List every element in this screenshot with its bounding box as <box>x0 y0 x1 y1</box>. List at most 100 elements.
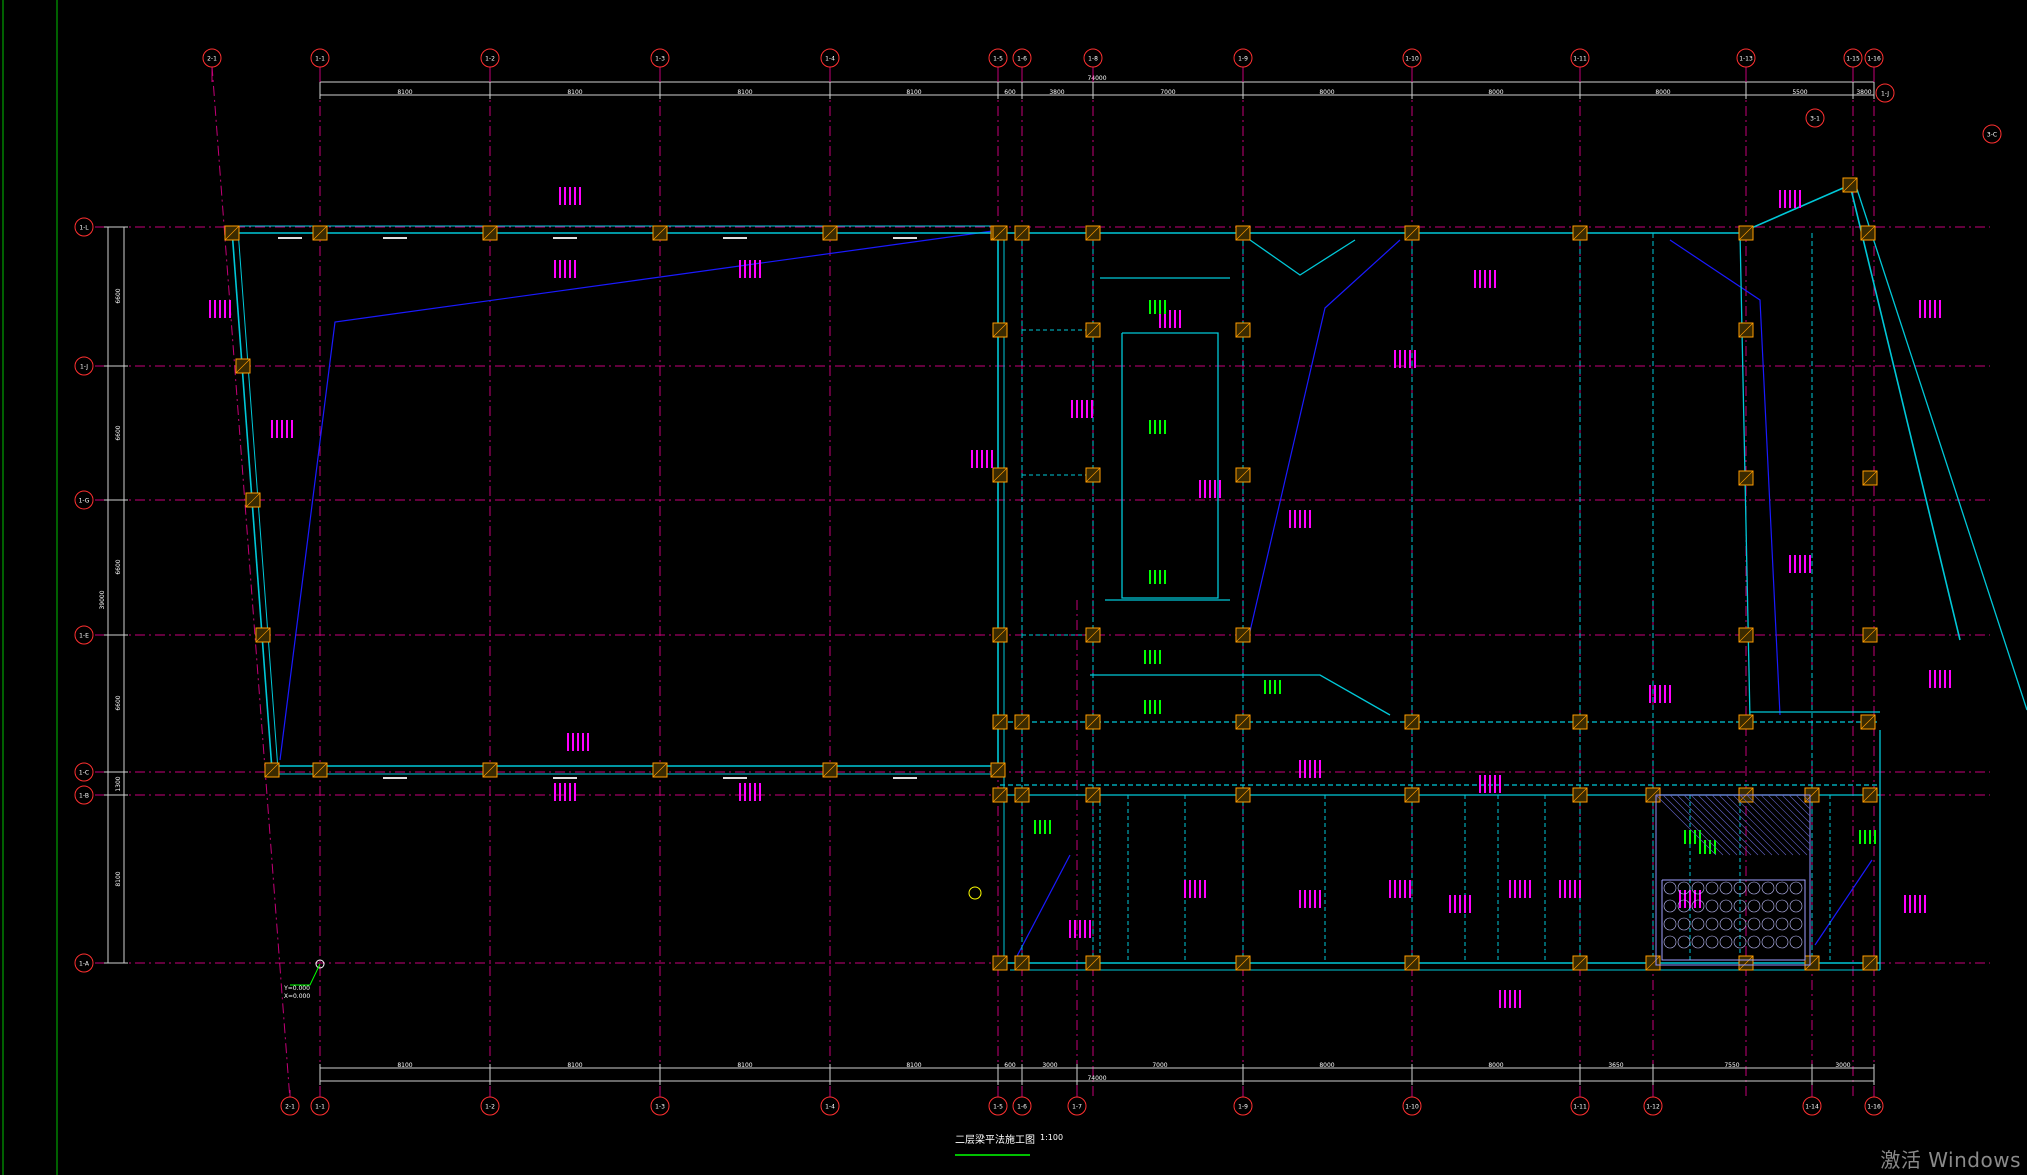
beam-annotation <box>1389 880 1411 898</box>
axis-bubble-top: 1-2 <box>480 48 500 68</box>
axis-bubble-top: 1-5 <box>988 48 1008 68</box>
column <box>822 762 838 778</box>
beam-annotation <box>739 260 761 278</box>
bubble-label: 1-2 <box>485 56 495 63</box>
mesh-cell <box>1761 917 1775 931</box>
column <box>1804 955 1820 971</box>
top-dimension-label: 8100 <box>397 89 412 96</box>
mesh-cell <box>1691 881 1705 895</box>
mesh-cell <box>1775 899 1789 913</box>
axis-bubble-top: 1-6 <box>1012 48 1032 68</box>
column <box>1235 322 1251 338</box>
top-dimension-label: 3800 <box>1856 89 1871 96</box>
column <box>1085 955 1101 971</box>
bubble-label: 1-L <box>79 225 89 232</box>
column <box>822 225 838 241</box>
column <box>990 762 1006 778</box>
mesh-cell <box>1663 917 1677 931</box>
top-dimension-label: 8100 <box>567 89 582 96</box>
column <box>1404 225 1420 241</box>
bubble-label: 1-11 <box>1573 56 1587 63</box>
annotation-green <box>1149 570 1166 584</box>
column <box>992 955 1008 971</box>
column <box>1860 225 1876 241</box>
bubble-label: 1-15 <box>1846 56 1860 63</box>
level-note-x: X=0.000 <box>284 993 310 1000</box>
mesh-cell <box>1705 935 1719 949</box>
slab-edge-b2 <box>1814 859 1873 946</box>
beam-annotation <box>1509 880 1531 898</box>
axis-bubbles: 2-1 1-1 1-2 1-3 1-4 1-5 1-6 1-8 1-9 1-10 1-11 1-13 1… <box>74 48 2002 1116</box>
column <box>992 627 1008 643</box>
mesh-cell <box>1719 935 1733 949</box>
mesh-cell <box>1789 917 1803 931</box>
axis-bubble-bottom: 1-12 <box>1643 1096 1663 1116</box>
column <box>1085 225 1101 241</box>
column <box>224 225 240 241</box>
annotation-green <box>1149 300 1166 314</box>
axis-bubble-bottom: 1-9 <box>1233 1096 1253 1116</box>
beam-annotation <box>1449 895 1471 913</box>
axis-bubble-bottom: 1-11 <box>1570 1096 1590 1116</box>
bubble-label: 1-9 <box>1238 56 1248 63</box>
column <box>992 787 1008 803</box>
axis-bubble-bottom: 1-7 <box>1067 1096 1087 1116</box>
axis-bubble-bottom: 1-5 <box>988 1096 1008 1116</box>
left-dimension-label: 1300 <box>115 776 122 791</box>
column <box>1738 714 1754 730</box>
bottom-dimension-label: 7000 <box>1152 1062 1167 1069</box>
column <box>1235 714 1251 730</box>
axis-bubble-left: 1-A <box>74 953 94 973</box>
axis-bubble-bottom: 2-1 <box>280 1096 300 1116</box>
axis-bubble-top: 1-3 <box>650 48 670 68</box>
axis-bubble-top: 1-11 <box>1570 48 1590 68</box>
column <box>1404 955 1420 971</box>
column <box>992 322 1008 338</box>
beam-annotation <box>1474 270 1496 288</box>
bubble-label: 1-8 <box>1088 56 1098 63</box>
mesh-cell <box>1747 899 1761 913</box>
left-dimension-label: 6600 <box>115 425 122 440</box>
column <box>1842 177 1858 193</box>
column <box>1738 225 1754 241</box>
axis-bubble-left: 1-E <box>74 625 94 645</box>
bubble-label: 1-E <box>79 633 89 640</box>
axis-bubble-left: 1-G <box>74 490 94 510</box>
bottom-dimension-label: 7550 <box>1724 1062 1739 1069</box>
bubble-label: 1-12 <box>1646 1104 1660 1111</box>
bubble-label: 1-6 <box>1017 1104 1027 1111</box>
beam-annotation <box>1479 775 1501 793</box>
column <box>1572 714 1588 730</box>
bottom-dimension-label: 3000 <box>1042 1062 1057 1069</box>
mesh-cell <box>1789 935 1803 949</box>
bubble-label: 1-4 <box>825 56 835 63</box>
mesh-cell <box>1719 881 1733 895</box>
beam-annotation <box>739 783 761 801</box>
beam-annotation <box>271 420 293 438</box>
bubble-label: 1-10 <box>1405 56 1419 63</box>
beam-notch <box>1249 239 1356 276</box>
column <box>1235 225 1251 241</box>
bubble-label: 1-16 <box>1867 56 1881 63</box>
column <box>1572 225 1588 241</box>
column <box>1862 787 1878 803</box>
column <box>1738 322 1754 338</box>
column <box>992 225 1008 241</box>
mesh-cell <box>1761 881 1775 895</box>
beam-annotation <box>554 260 576 278</box>
mesh-cell <box>1747 917 1761 931</box>
beam-annotation <box>1299 890 1321 908</box>
bubble-label: 1-5 <box>993 56 1003 63</box>
bubble-label: 3-C <box>1987 132 1997 139</box>
beam-annotation <box>1071 400 1093 418</box>
beam-lines <box>231 182 2027 971</box>
bubble-label: 1-3 <box>655 1104 665 1111</box>
mesh-cell <box>1789 881 1803 895</box>
top-dimension-label: 8000 <box>1488 89 1503 96</box>
beam-annotation <box>559 187 581 205</box>
column <box>1014 955 1030 971</box>
top-total-dimension: 74000 <box>1087 75 1106 82</box>
beam-far-right <box>1854 182 2027 711</box>
drawing-title: 二层梁平法施工图 <box>955 1135 1035 1146</box>
beam-annotation <box>1779 190 1801 208</box>
